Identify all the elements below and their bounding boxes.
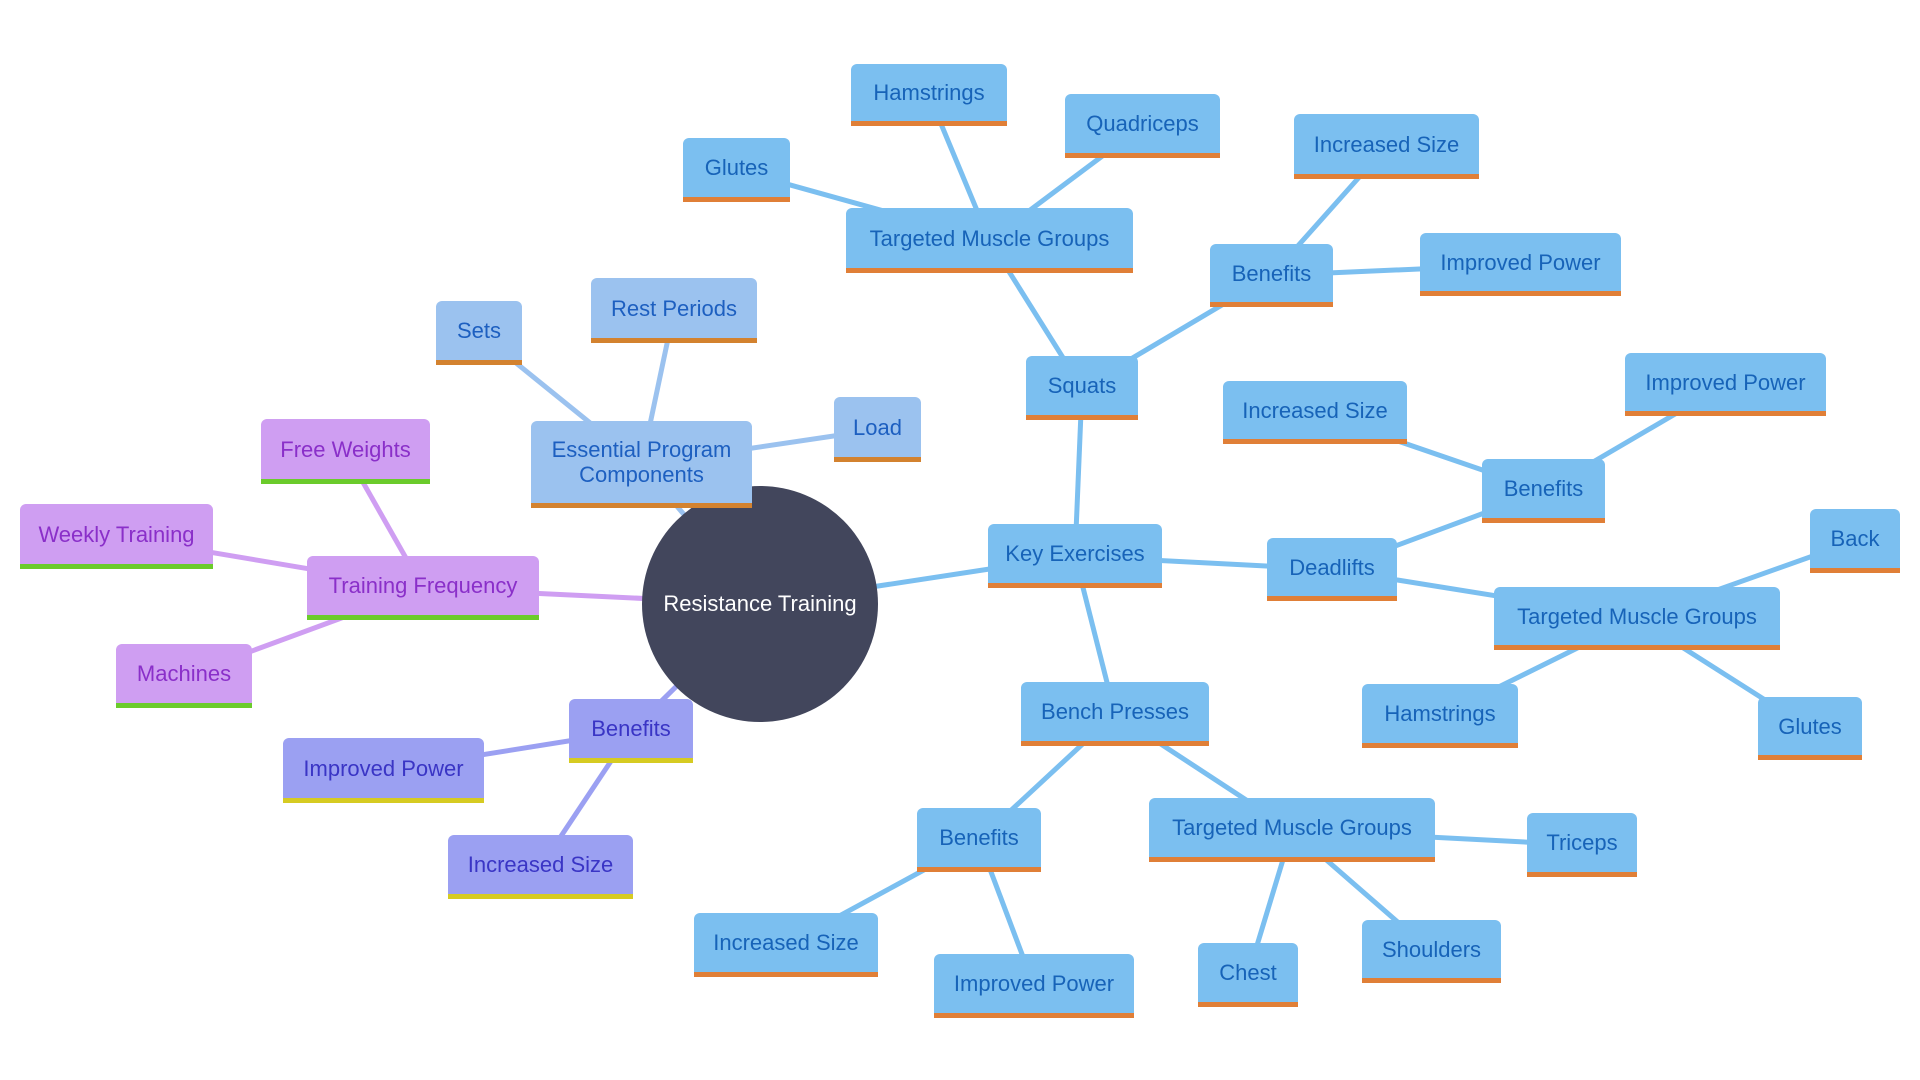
node-tf-machines[interactable]: Machines	[116, 644, 252, 708]
node-label: Benefits	[939, 825, 1019, 850]
node-label: Training Frequency	[328, 573, 518, 598]
node-ke[interactable]: Key Exercises	[988, 524, 1162, 588]
node-sq-tmg[interactable]: Targeted Muscle Groups	[846, 208, 1133, 273]
node-label: Back	[1830, 526, 1880, 551]
node-label: Bench Presses	[1041, 699, 1189, 724]
node-label: Triceps	[1546, 830, 1618, 855]
node-label: Benefits	[1503, 476, 1584, 501]
node-ben-power[interactable]: Improved Power	[283, 738, 484, 803]
node-sq-power[interactable]: Improved Power	[1420, 233, 1621, 296]
node-sq-quad[interactable]: Quadriceps	[1065, 94, 1220, 158]
node-dl-ben[interactable]: Benefits	[1482, 459, 1605, 523]
node-bp-power[interactable]: Improved Power	[934, 954, 1134, 1018]
node-bp-triceps[interactable]: Triceps	[1527, 813, 1637, 877]
node-label: Machines	[136, 661, 232, 686]
node-epc[interactable]: Essential Program Components	[531, 421, 752, 508]
node-label: Glutes	[704, 155, 769, 180]
node-bp-shoulders[interactable]: Shoulders	[1362, 920, 1501, 983]
node-label: Key Exercises	[1005, 541, 1145, 566]
node-label: Rest Periods	[611, 295, 737, 321]
node-label: Deadlifts	[1289, 554, 1375, 580]
node-sq[interactable]: Squats	[1026, 356, 1138, 420]
node-label: Improved Power	[1440, 249, 1601, 275]
node-epc-load[interactable]: Load	[834, 397, 921, 462]
node-dl-glutes[interactable]: Glutes	[1758, 697, 1862, 760]
node-label: Improved Power	[1645, 369, 1806, 395]
node-tf-free[interactable]: Free Weights	[261, 419, 430, 484]
node-label: Improved Power	[953, 971, 1115, 996]
node-label: Shoulders	[1381, 936, 1482, 962]
node-label: Benefits	[1231, 260, 1312, 286]
node-sq-size[interactable]: Increased Size	[1294, 114, 1479, 179]
node-tf[interactable]: Training Frequency	[307, 556, 539, 620]
node-sq-ham[interactable]: Hamstrings	[851, 64, 1007, 126]
node-bp[interactable]: Bench Presses	[1021, 682, 1209, 746]
node-epc-sets[interactable]: Sets	[436, 301, 522, 365]
node-label: Weekly Training	[38, 521, 195, 547]
node-epc-rest[interactable]: Rest Periods	[591, 278, 757, 343]
node-sq-ben[interactable]: Benefits	[1210, 244, 1333, 307]
node-label: Glutes	[1778, 713, 1842, 739]
node-tf-weekly[interactable]: Weekly Training	[20, 504, 213, 569]
node-label: Hamstrings	[1384, 701, 1496, 726]
node-label: Increased Size	[467, 852, 614, 877]
node-label: Free Weights	[280, 436, 411, 462]
root-node[interactable]: Resistance Training	[642, 486, 878, 722]
node-label: Improved Power	[303, 755, 464, 781]
node-bp-tmg[interactable]: Targeted Muscle Groups	[1149, 798, 1435, 862]
node-ben-size[interactable]: Increased Size	[448, 835, 633, 899]
node-ben[interactable]: Benefits	[569, 699, 693, 763]
node-label: Increased Size	[1313, 131, 1460, 157]
mindmap-edges	[116, 94, 1856, 987]
node-label: Benefits	[591, 716, 671, 741]
node-label: Load	[853, 414, 902, 440]
node-dl[interactable]: Deadlifts	[1267, 538, 1397, 601]
node-label: Hamstrings	[873, 80, 985, 105]
node-label: Squats	[1047, 373, 1117, 398]
node-sq-glutes[interactable]: Glutes	[683, 138, 790, 202]
node-label: Increased Size	[713, 930, 859, 955]
node-label: Quadriceps	[1086, 111, 1199, 136]
node-dl-back[interactable]: Back	[1810, 509, 1900, 573]
node-dl-tmg[interactable]: Targeted Muscle Groups	[1494, 587, 1780, 650]
node-label: Targeted Muscle Groups	[1172, 815, 1412, 840]
node-bp-chest[interactable]: Chest	[1198, 943, 1298, 1007]
node-bp-size[interactable]: Increased Size	[694, 913, 878, 977]
node-label: Targeted Muscle Groups	[869, 225, 1110, 251]
node-label: Targeted Muscle Groups	[1517, 603, 1757, 629]
node-dl-ham[interactable]: Hamstrings	[1362, 684, 1518, 748]
node-label: Chest	[1219, 960, 1277, 985]
node-dl-size[interactable]: Increased Size	[1223, 381, 1407, 444]
node-bp-ben[interactable]: Benefits	[917, 808, 1041, 872]
node-label: Essential Program Components	[551, 437, 732, 487]
node-label: Increased Size	[1242, 397, 1388, 423]
node-dl-power[interactable]: Improved Power	[1625, 353, 1826, 416]
node-label: Sets	[456, 318, 502, 343]
